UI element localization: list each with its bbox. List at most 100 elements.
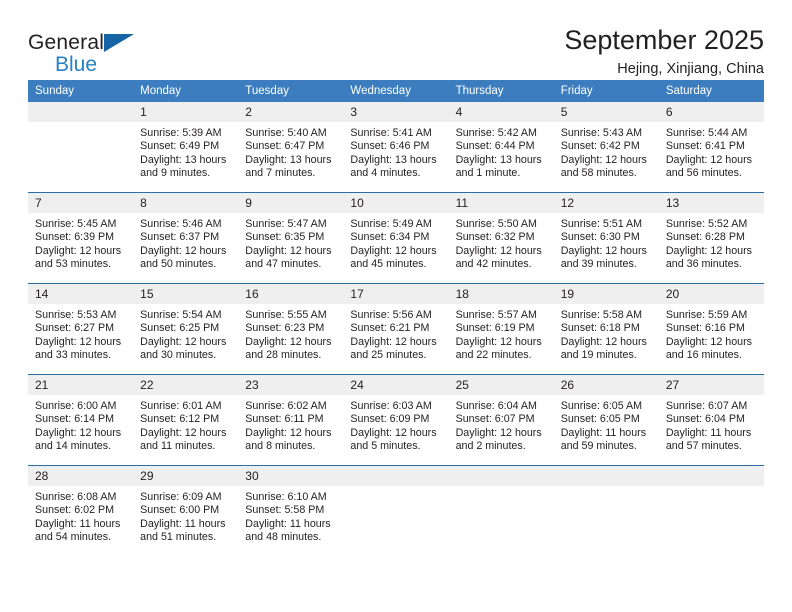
day-number: 24: [343, 375, 449, 395]
daylight-text-line2: and 19 minutes.: [560, 349, 637, 362]
day-number: 22: [133, 375, 239, 395]
day-number: [553, 466, 659, 486]
calendar-day-cell[interactable]: 29 Sunrise: 6:09 AM Sunset: 6:00 PM Dayligh…: [133, 465, 239, 556]
day-cell: 18 Sunrise: 5:57 AM Sunset: 6:19 PM Dayligh…: [448, 284, 554, 374]
daylight-text-line2: and 59 minutes.: [560, 440, 637, 453]
day-number: [343, 466, 449, 486]
calendar-day-cell[interactable]: 5 Sunrise: 5:43 AM Sunset: 6:42 PM Daylight…: [553, 102, 659, 193]
sunset-text: Sunset: 6:25 PM: [140, 322, 220, 335]
sunrise-text: Sunrise: 6:01 AM: [140, 400, 222, 412]
calendar-day-cell[interactable]: 4 Sunrise: 5:42 AM Sunset: 6:44 PM Daylight…: [448, 102, 554, 193]
calendar-day-cell[interactable]: 6 Sunrise: 5:44 AM Sunset: 6:41 PM Daylight…: [658, 102, 764, 193]
calendar-day-cell[interactable]: 26 Sunrise: 6:05 AM Sunset: 6:05 PM Dayligh…: [553, 374, 659, 466]
calendar-day-cell[interactable]: 15 Sunrise: 5:54 AM Sunset: 6:25 PM Dayligh…: [133, 283, 239, 375]
sunset-text: Sunset: 6:12 PM: [140, 413, 220, 426]
sunrise-text: Sunrise: 5:59 AM: [665, 309, 748, 321]
day-sun-info: Sunrise: 5:59 AM Sunset: 6:16 PM Daylight:…: [659, 304, 764, 363]
daylight-text-line1: Daylight: 12 hours: [245, 335, 332, 348]
calendar-day-cell[interactable]: 11 Sunrise: 5:50 AM Sunset: 6:32 PM Dayligh…: [448, 192, 554, 284]
day-number: 4: [448, 102, 554, 122]
calendar-day-cell[interactable]: 19 Sunrise: 5:58 AM Sunset: 6:18 PM Dayligh…: [553, 283, 659, 375]
sunrise-text: Sunrise: 6:09 AM: [140, 491, 222, 503]
calendar-day-cell[interactable]: 27 Sunrise: 6:07 AM Sunset: 6:04 PM Dayligh…: [658, 374, 764, 466]
sunrise-text: Sunrise: 5:47 AM: [245, 218, 327, 230]
daylight-text-line1: Daylight: 12 hours: [140, 244, 227, 257]
day-cell: 23 Sunrise: 6:02 AM Sunset: 6:11 PM Dayligh…: [238, 375, 344, 465]
daylight-text-line2: and 11 minutes.: [140, 440, 216, 453]
calendar-day-cell[interactable]: [28, 102, 134, 193]
calendar-day-cell[interactable]: 13 Sunrise: 5:52 AM Sunset: 6:28 PM Dayligh…: [658, 192, 764, 284]
calendar-day-cell[interactable]: 9 Sunrise: 5:47 AM Sunset: 6:35 PM Daylight…: [238, 192, 344, 284]
day-cell: 20 Sunrise: 5:59 AM Sunset: 6:16 PM Dayligh…: [658, 284, 764, 374]
sunset-text: Sunset: 6:37 PM: [140, 231, 220, 244]
generalblue-logo[interactable]: General Blue: [28, 26, 148, 82]
calendar-day-cell[interactable]: 18 Sunrise: 5:57 AM Sunset: 6:19 PM Dayligh…: [448, 283, 554, 375]
day-cell: 21 Sunrise: 6:00 AM Sunset: 6:14 PM Dayligh…: [28, 375, 134, 465]
daylight-text-line1: Daylight: 12 hours: [455, 335, 542, 348]
day-number: 19: [553, 284, 659, 304]
calendar-day-cell[interactable]: 10 Sunrise: 5:49 AM Sunset: 6:34 PM Dayligh…: [343, 192, 449, 284]
calendar-day-cell[interactable]: 7 Sunrise: 5:45 AM Sunset: 6:39 PM Daylight…: [28, 192, 134, 284]
sunrise-text: Sunrise: 5:53 AM: [35, 309, 117, 321]
daylight-text-line2: and 54 minutes.: [35, 531, 112, 544]
sunrise-text: Sunrise: 6:00 AM: [35, 400, 117, 412]
daylight-text-line2: and 4 minutes.: [350, 167, 421, 180]
day-sun-info: Sunrise: 5:57 AM Sunset: 6:19 PM Daylight:…: [449, 304, 554, 363]
daylight-text-line1: Daylight: 12 hours: [665, 153, 752, 166]
day-cell: 12 Sunrise: 5:51 AM Sunset: 6:30 PM Dayligh…: [553, 193, 659, 283]
calendar-day-cell[interactable]: 14 Sunrise: 5:53 AM Sunset: 6:27 PM Dayligh…: [28, 283, 134, 375]
calendar-day-cell[interactable]: [448, 465, 554, 556]
calendar-day-cell[interactable]: 1 Sunrise: 5:39 AM Sunset: 6:49 PM Daylight…: [133, 102, 239, 193]
day-number: [448, 466, 554, 486]
calendar-body: 1 Sunrise: 5:39 AM Sunset: 6:49 PM Daylight…: [28, 102, 764, 556]
day-number: 8: [133, 193, 239, 213]
calendar-day-cell[interactable]: 25 Sunrise: 6:04 AM Sunset: 6:07 PM Dayligh…: [448, 374, 554, 466]
day-sun-info: Sunrise: 6:04 AM Sunset: 6:07 PM Daylight:…: [449, 395, 554, 454]
day-number: 13: [658, 193, 764, 213]
daylight-text-line1: Daylight: 12 hours: [140, 335, 227, 348]
calendar-day-cell[interactable]: 20 Sunrise: 5:59 AM Sunset: 6:16 PM Dayligh…: [658, 283, 764, 375]
day-number: 1: [133, 102, 239, 122]
sunrise-text: Sunrise: 5:42 AM: [455, 127, 537, 139]
sunrise-text: Sunrise: 6:05 AM: [560, 400, 643, 412]
calendar-day-cell[interactable]: 30 Sunrise: 6:10 AM Sunset: 5:58 PM Dayligh…: [238, 465, 344, 556]
day-sun-info: Sunrise: 5:50 AM Sunset: 6:32 PM Daylight:…: [449, 213, 554, 272]
day-cell-empty: [658, 466, 764, 556]
calendar-day-cell[interactable]: 12 Sunrise: 5:51 AM Sunset: 6:30 PM Dayligh…: [553, 192, 659, 284]
daylight-text-line1: Daylight: 12 hours: [35, 426, 122, 439]
daylight-text-line1: Daylight: 12 hours: [350, 244, 437, 257]
calendar-day-cell[interactable]: 28 Sunrise: 6:08 AM Sunset: 6:02 PM Dayligh…: [28, 465, 134, 556]
calendar-week-row: 21 Sunrise: 6:00 AM Sunset: 6:14 PM Dayligh…: [28, 374, 764, 466]
calendar-day-cell[interactable]: 23 Sunrise: 6:02 AM Sunset: 6:11 PM Dayligh…: [238, 374, 344, 466]
sunrise-text: Sunrise: 5:56 AM: [350, 309, 432, 321]
calendar-day-cell[interactable]: 8 Sunrise: 5:46 AM Sunset: 6:37 PM Daylight…: [133, 192, 239, 284]
day-number: 9: [238, 193, 344, 213]
day-sun-info: Sunrise: 5:46 AM Sunset: 6:37 PM Daylight:…: [133, 213, 238, 272]
calendar-day-cell[interactable]: 17 Sunrise: 5:56 AM Sunset: 6:21 PM Dayligh…: [343, 283, 449, 375]
calendar-day-cell[interactable]: 16 Sunrise: 5:55 AM Sunset: 6:23 PM Dayligh…: [238, 283, 344, 375]
daylight-text-line2: and 51 minutes.: [140, 531, 217, 544]
sunset-text: Sunset: 6:21 PM: [350, 322, 430, 335]
daylight-text-line2: and 48 minutes.: [245, 531, 322, 544]
calendar-day-cell[interactable]: 22 Sunrise: 6:01 AM Sunset: 6:12 PM Dayligh…: [133, 374, 239, 466]
calendar-day-cell[interactable]: [658, 465, 764, 556]
daylight-text-line1: Daylight: 11 hours: [560, 426, 647, 439]
sunrise-text: Sunrise: 5:58 AM: [560, 309, 643, 321]
day-sun-info: Sunrise: 6:10 AM Sunset: 5:58 PM Daylight:…: [238, 486, 343, 545]
calendar-day-cell[interactable]: 21 Sunrise: 6:00 AM Sunset: 6:14 PM Dayligh…: [28, 374, 134, 466]
daylight-text-line2: and 14 minutes.: [35, 440, 112, 453]
day-number: 14: [28, 284, 134, 304]
day-number: 18: [448, 284, 554, 304]
sunrise-text: Sunrise: 5:49 AM: [350, 218, 432, 230]
weekday-header-sunday: Sunday: [28, 80, 134, 102]
calendar-day-cell[interactable]: 3 Sunrise: 5:41 AM Sunset: 6:46 PM Daylight…: [343, 102, 449, 193]
calendar-day-cell[interactable]: [553, 465, 659, 556]
day-sun-info: Sunrise: 5:44 AM Sunset: 6:41 PM Daylight:…: [659, 122, 764, 181]
calendar-week-row: 1 Sunrise: 5:39 AM Sunset: 6:49 PM Daylight…: [28, 102, 764, 193]
calendar-day-cell[interactable]: 24 Sunrise: 6:03 AM Sunset: 6:09 PM Dayligh…: [343, 374, 449, 466]
calendar-day-cell[interactable]: [343, 465, 449, 556]
daylight-text-line1: Daylight: 12 hours: [455, 426, 542, 439]
day-sun-info: Sunrise: 5:55 AM Sunset: 6:23 PM Daylight:…: [238, 304, 343, 363]
sunset-text: Sunset: 6:44 PM: [455, 140, 535, 153]
calendar-day-cell[interactable]: 2 Sunrise: 5:40 AM Sunset: 6:47 PM Daylight…: [238, 102, 344, 193]
